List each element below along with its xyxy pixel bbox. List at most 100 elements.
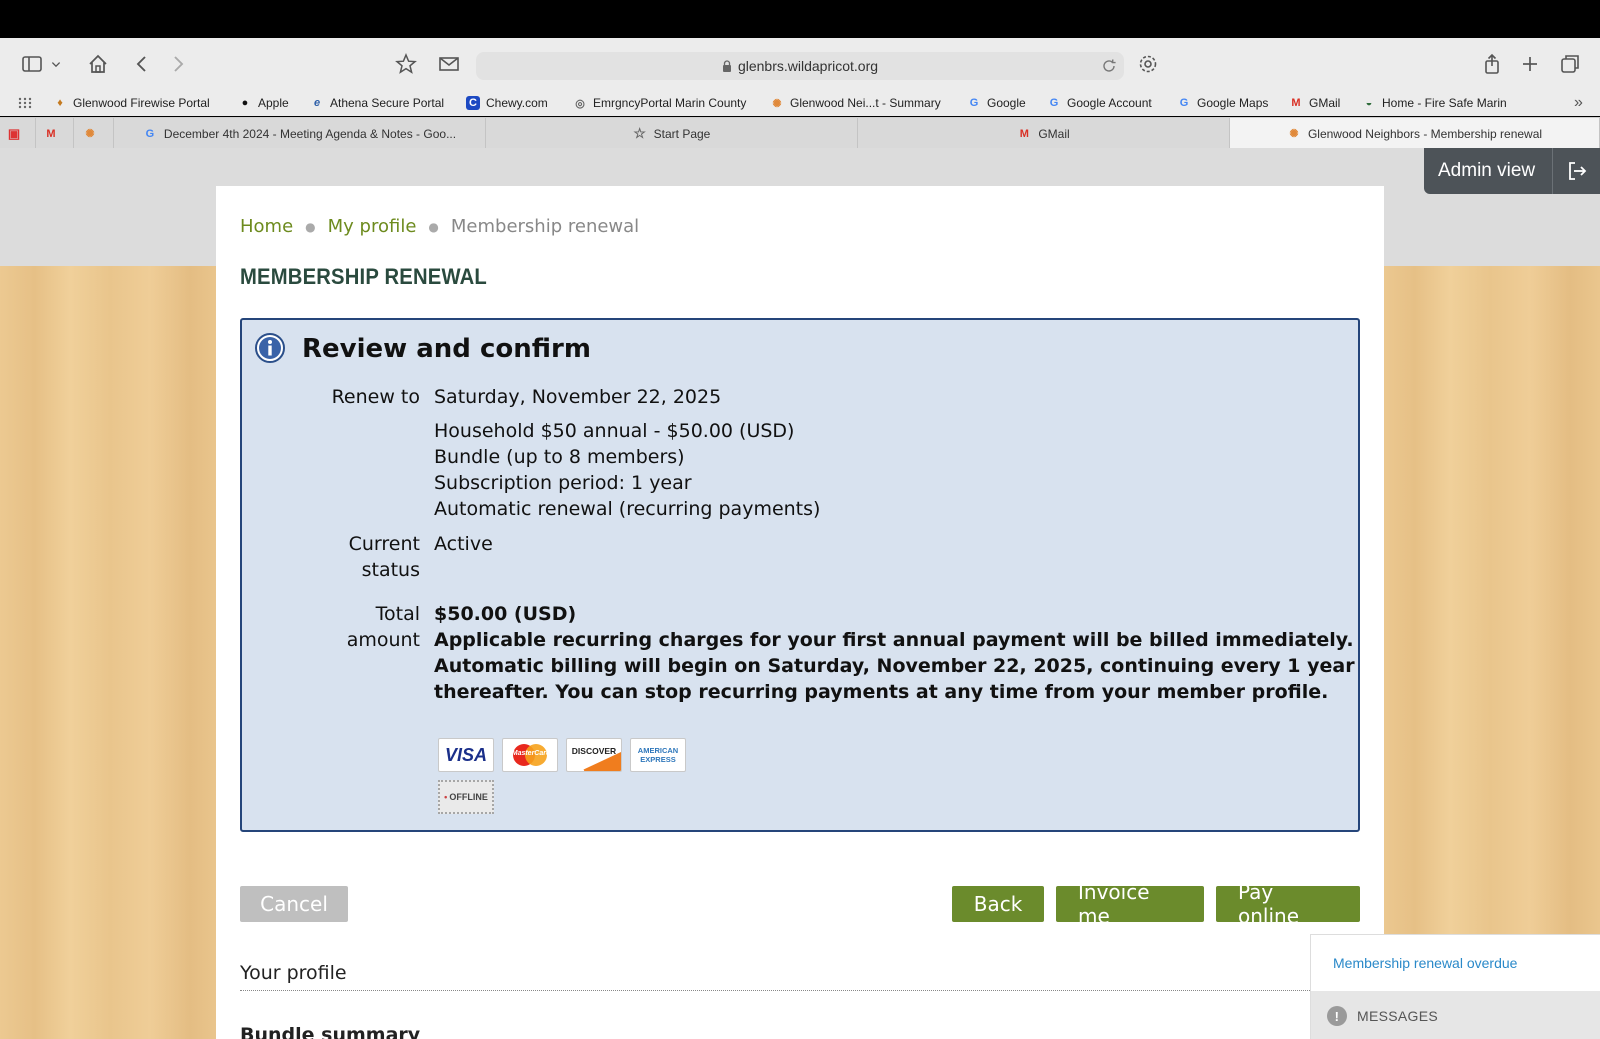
plan-name: Household $50 annual - $50.00 (USD) [434,420,795,442]
back-button[interactable]: Back [952,886,1044,922]
amex-card-icon: AMERICAN EXPRESS [630,738,686,772]
reload-icon[interactable] [1100,57,1118,75]
tab-overview-icon[interactable] [1556,50,1584,78]
forward-arrow-icon[interactable] [164,50,192,78]
favorite-gmail[interactable]: M GMail [1289,94,1340,112]
alert-icon: ! [1327,1006,1347,1026]
favorite-glenwood-firewise[interactable]: ♦ Glenwood Firewise Portal [53,94,210,112]
pay-online-button[interactable]: Pay online [1216,880,1360,928]
invoice-me-button[interactable]: Invoice me [1056,880,1204,928]
breadcrumb: Home ● My profile ● Membership renewal [240,216,639,237]
total-label-line1: Total [375,603,420,625]
star-icon: ☆ [633,125,646,141]
page-title: MEMBERSHIP RENEWAL [240,264,487,289]
messages-label: MESSAGES [1357,1008,1438,1024]
google-icon: G [1179,97,1189,109]
favorite-glenwood-summary[interactable]: ✺ Glenwood Nei...t - Summary [770,94,940,112]
breadcrumb-my-profile[interactable]: My profile [328,216,417,237]
flower-icon: ✺ [85,128,95,140]
favorite-google[interactable]: G Google [967,94,1026,112]
favorite-chewy[interactable]: C Chewy.com [466,94,548,112]
favorite-apple[interactable]: ● Apple [238,94,289,112]
athena-icon: e [313,97,321,109]
firewise-icon: ♦ [57,97,63,109]
messages-panel: Membership renewal overdue ! MESSAGES [1310,934,1600,1039]
pinned-tab-glenwood[interactable]: ✺ [74,118,114,149]
more-favorites-icon[interactable]: » [1574,94,1583,112]
admin-view-button[interactable]: Admin view [1424,148,1552,194]
total-label-line2: amount [346,629,420,651]
tab-bar: ▣ M ✺ G December 4th 2024 - Meeting Agend… [0,117,1600,149]
breadcrumb-separator: ● [305,219,316,234]
gear-icon[interactable] [1134,50,1162,78]
globe-icon: ◎ [575,97,585,110]
share-icon[interactable] [1478,50,1506,78]
info-icon [255,333,285,363]
lock-icon [722,60,731,72]
apple-icon: ● [241,97,249,109]
google-icon: G [1049,97,1059,109]
visa-card-icon: VISA [438,738,494,772]
renewal-overdue-link[interactable]: Membership renewal overdue [1333,955,1517,971]
breadcrumb-current: Membership renewal [450,216,640,237]
new-tab-plus-icon[interactable] [1516,50,1544,78]
gmail-icon: M [1019,127,1029,140]
address-bar[interactable]: glenbrs.wildapricot.org [476,52,1124,80]
tab-gmail[interactable]: M GMail [858,118,1230,149]
bundle-summary-heading: Bundle summary [240,1024,421,1039]
browser-toolbar: glenbrs.wildapricot.org [0,38,1600,90]
review-heading: Review and confirm [302,334,591,364]
tab-membership-renewal[interactable]: ✺ Glenwood Neighbors - Membership renewal [1230,118,1600,149]
status-label-line1: Current [348,533,420,555]
web-page: Admin view Home ● My profile ● Membershi… [0,148,1600,1039]
flower-icon: ✺ [1289,128,1299,140]
chewy-icon: C [466,96,480,110]
favorites-bar: ♦ Glenwood Firewise Portal ● Apple e Athena… [0,90,1600,116]
admin-view-bar: Admin view [1424,148,1600,194]
sidebar-toggle-icon[interactable] [18,50,46,78]
calendar-icon: ▣ [7,125,21,141]
tab-meeting-agenda[interactable]: G December 4th 2024 - Meeting Agenda & No… [114,118,486,149]
chevron-down-icon[interactable] [48,50,64,78]
status-value: Active [434,533,493,555]
plan-bundle: Bundle (up to 8 members) [434,446,685,468]
offline-dot-icon: • [444,792,448,802]
cancel-button[interactable]: Cancel [240,886,348,922]
mail-icon[interactable] [435,50,463,78]
flower-icon: ✺ [772,97,782,110]
google-icon: G [969,97,979,109]
url-text: glenbrs.wildapricot.org [737,58,879,74]
billing-notice-line3: thereafter. You can stop recurring payme… [434,681,1329,703]
favorite-emergency-portal[interactable]: ◎ EmrgncyPortal Marin County [573,94,746,112]
pinned-tab-gmail[interactable]: M [36,118,74,149]
messages-toggle[interactable]: ! MESSAGES [1311,991,1600,1039]
favorites-grid-icon[interactable] [18,94,32,112]
pinned-tab-calendar[interactable]: ▣ [0,118,36,149]
breadcrumb-separator: ● [428,219,439,234]
payment-methods: VISA MasterCard DISCOVER AMERICAN EXPRES… [438,738,686,772]
favorite-google-maps[interactable]: G Google Maps [1177,94,1269,112]
favorite-google-account[interactable]: G Google Account [1047,94,1152,112]
billing-notice-line2: Automatic billing will begin on Saturday… [434,655,1355,677]
total-value: $50.00 (USD) [434,603,577,625]
back-arrow-icon[interactable] [128,50,156,78]
plan-auto-renewal: Automatic renewal (recurring payments) [434,498,821,520]
firesafe-icon: ◒ [1365,97,1373,109]
status-label-line2: status [361,559,420,581]
status-bar [0,0,1600,38]
favorite-fire-safe-marin[interactable]: ◒ Home - Fire Safe Marin [1362,94,1507,112]
review-confirm-panel: Review and confirm Renew to Saturday, No… [240,318,1360,832]
breadcrumb-home[interactable]: Home [240,216,293,237]
plan-period: Subscription period: 1 year [434,472,692,494]
favorite-athena[interactable]: e Athena Secure Portal [310,94,444,112]
home-icon[interactable] [84,50,112,78]
google-icon: G [145,127,155,140]
gmail-icon: M [1291,97,1301,109]
tab-start-page[interactable]: ☆ Start Page [486,118,858,149]
bookmark-star-icon[interactable] [392,50,420,78]
logout-icon[interactable] [1552,148,1600,194]
offline-payment-icon: • OFFLINE [438,780,494,814]
renew-date: Saturday, November 22, 2025 [434,386,722,408]
discover-card-icon: DISCOVER [566,738,622,772]
billing-notice-line1: Applicable recurring charges for your fi… [434,629,1354,651]
